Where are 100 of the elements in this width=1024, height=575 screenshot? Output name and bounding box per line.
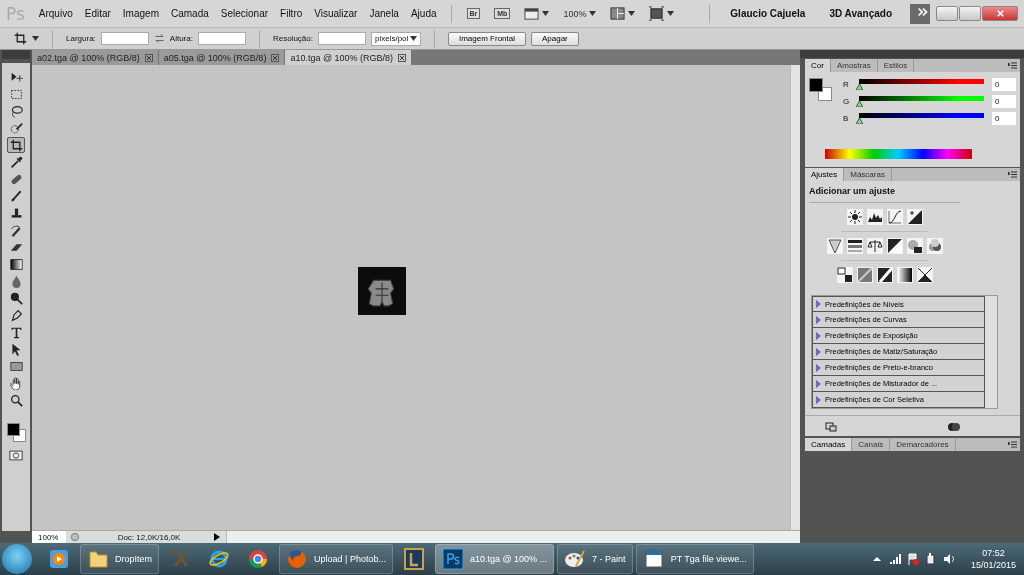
input-field[interactable] xyxy=(197,32,246,45)
workspace-name[interactable]: 3D Avançado xyxy=(829,8,892,19)
document-tab[interactable]: a02.tga @ 100% (RGB/8) xyxy=(32,50,158,65)
preset-scrollbar[interactable] xyxy=(985,296,997,408)
channel-label: R xyxy=(843,79,850,89)
panel-menu-icon[interactable] xyxy=(1008,62,1017,69)
crop-icon[interactable] xyxy=(14,32,27,45)
adjustment-button[interactable] xyxy=(846,209,863,225)
taskbar-window[interactable]: PT Tga file viewe... xyxy=(635,544,754,574)
panel-tab[interactable]: Camadas xyxy=(805,438,853,451)
view-icon[interactable] xyxy=(948,422,960,432)
adjustment-button[interactable] xyxy=(916,267,933,283)
caret-icon[interactable] xyxy=(32,36,39,41)
panel-tab[interactable]: Cor xyxy=(805,59,831,72)
gradient-map-icon xyxy=(896,267,913,283)
color-spectrum[interactable] xyxy=(825,149,972,159)
menu-item[interactable]: Janela xyxy=(363,8,405,19)
quick-mask-icon[interactable] xyxy=(9,450,23,461)
value-field[interactable]: 0 xyxy=(992,77,1016,91)
play-icon[interactable] xyxy=(214,533,220,541)
panel-menu-icon[interactable] xyxy=(1008,171,1017,178)
caret-icon[interactable] xyxy=(542,11,550,16)
close-icon[interactable] xyxy=(398,53,407,62)
caret-icon[interactable] xyxy=(667,11,675,16)
horizontal-scrollbar[interactable] xyxy=(226,531,800,543)
frame-icon[interactable] xyxy=(649,6,665,21)
layout-icon[interactable] xyxy=(610,6,626,21)
taskbar-window[interactable]: 7 - Paint xyxy=(557,544,633,574)
selective-icon xyxy=(916,267,933,283)
preview-icon xyxy=(70,532,80,542)
close-button[interactable] xyxy=(982,6,1018,21)
taskbar-window[interactable]: Upload | Photob... xyxy=(279,544,393,574)
menu-item[interactable]: Editar xyxy=(78,8,117,19)
minimize-button[interactable] xyxy=(936,6,958,21)
zoom-dropdown[interactable]: 100% xyxy=(563,8,597,19)
restore-button[interactable] xyxy=(959,6,981,21)
caret-icon[interactable] xyxy=(589,11,597,16)
media-player-icon xyxy=(48,548,70,570)
adjustment-button[interactable] xyxy=(866,209,883,225)
option-button[interactable]: Imagem Frontal xyxy=(447,31,526,46)
input-field[interactable] xyxy=(100,32,149,45)
adjustment-button[interactable] xyxy=(886,238,903,254)
taskbar-window[interactable]: a10.tga @ 100% ... xyxy=(434,544,555,574)
screen-mode-dropdown[interactable] xyxy=(649,6,675,21)
zoom-level[interactable]: 100% xyxy=(32,531,66,543)
clock-date[interactable]: 15/01/2015 xyxy=(970,559,1016,571)
menu-item[interactable]: Visualizar xyxy=(308,8,364,19)
vertical-scrollbar[interactable] xyxy=(790,65,800,530)
value-field[interactable]: 0 xyxy=(992,111,1016,125)
signal-icon[interactable] xyxy=(888,553,901,565)
close-icon[interactable] xyxy=(144,53,153,62)
vibrance-icon xyxy=(826,238,843,254)
document-tab[interactable]: a05.tga @ 100% (RGB/8) xyxy=(158,50,285,65)
adjustment-button[interactable] xyxy=(886,209,903,225)
field-label: Largura: xyxy=(66,34,96,43)
menu-item[interactable]: Arquivo xyxy=(32,8,79,19)
menu-item[interactable]: Camada xyxy=(164,8,215,19)
grid-dropdown[interactable] xyxy=(524,6,550,21)
menu-item[interactable]: Imagem xyxy=(116,8,165,19)
window-icon[interactable] xyxy=(524,6,540,21)
menu-item[interactable]: Selecionar xyxy=(214,8,275,19)
option-button[interactable]: Apagar xyxy=(531,31,579,46)
document-tab[interactable]: a10.tga @ 100% (RGB/8) xyxy=(285,50,412,65)
power-icon[interactable] xyxy=(924,553,937,565)
panel-tab[interactable]: Ajustes xyxy=(805,168,845,181)
panel-menu-icon[interactable] xyxy=(1008,441,1017,448)
slider-thumb[interactable] xyxy=(855,101,863,107)
menu-item[interactable]: Filtro xyxy=(274,8,309,19)
flag-icon[interactable] xyxy=(906,553,919,565)
input-field[interactable] xyxy=(317,32,366,45)
taskbar-window[interactable]: DropItem xyxy=(80,544,159,574)
start-button[interactable] xyxy=(2,544,32,574)
close-icon xyxy=(994,8,1006,19)
close-icon[interactable] xyxy=(271,53,280,62)
adjustment-button[interactable] xyxy=(846,238,863,254)
swap-icon[interactable] xyxy=(153,33,165,44)
hue-icon xyxy=(846,238,863,254)
adjustment-button[interactable] xyxy=(876,267,893,283)
clip-icon[interactable] xyxy=(825,422,837,432)
adjustment-button[interactable] xyxy=(836,267,853,283)
user-name[interactable]: Glaucio Cajuela xyxy=(730,8,806,19)
adjustment-button[interactable] xyxy=(926,238,943,254)
adjustment-button[interactable] xyxy=(896,267,913,283)
clock-time[interactable]: 07:52 xyxy=(982,547,1005,559)
folder-icon xyxy=(87,548,109,570)
slider-thumb[interactable] xyxy=(855,118,863,124)
volume-icon[interactable] xyxy=(942,553,955,565)
exposure-icon xyxy=(906,209,923,225)
value-field[interactable]: 0 xyxy=(992,94,1016,108)
adjustment-button[interactable] xyxy=(906,209,923,225)
menu-item[interactable]: Ajuda xyxy=(404,8,443,19)
more-button[interactable] xyxy=(910,3,930,24)
document-size: Doc: 12,0K/16,0K xyxy=(116,532,182,542)
adjustment-button[interactable] xyxy=(866,238,883,254)
mixer-icon xyxy=(926,238,943,254)
unit-dropdown[interactable]: pixels/pol xyxy=(370,31,421,46)
adjustment-button[interactable] xyxy=(906,238,923,254)
layout-dropdown[interactable] xyxy=(610,6,636,21)
slider-thumb[interactable] xyxy=(855,84,863,90)
caret-icon[interactable] xyxy=(628,11,636,16)
